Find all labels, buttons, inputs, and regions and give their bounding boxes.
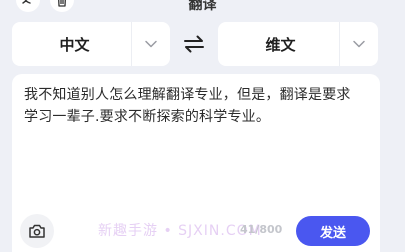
send-button[interactable]: 发送 <box>296 216 370 246</box>
swap-icon[interactable] <box>180 33 208 55</box>
character-count: 41/800 <box>240 223 283 236</box>
watermark: 新趣手游 • SJXIN.COM <box>98 223 262 239</box>
translate-screen: 翻译 中文 维文 我不知道别人怎么理解翻译专业，但是，翻译是要求学习一辈子.要求… <box>0 0 405 252</box>
chevron-down-icon[interactable] <box>132 22 170 66</box>
camera-icon[interactable] <box>20 214 54 248</box>
source-language-select[interactable]: 中文 <box>12 22 170 66</box>
input-card: 我不知道别人怎么理解翻译专业，但是，翻译是要求学习一辈子.要求不断探索的科学专业… <box>12 74 380 252</box>
target-language-select[interactable]: 维文 <box>218 22 378 66</box>
target-language-label: 维文 <box>265 35 296 54</box>
page-title: 翻译 <box>188 0 217 13</box>
chevron-down-icon[interactable] <box>340 22 378 66</box>
source-text-input[interactable]: 我不知道别人怎么理解翻译专业，但是，翻译是要求学习一辈子.要求不断探索的科学专业… <box>24 84 364 128</box>
source-language-label: 中文 <box>59 35 90 54</box>
top-bar: 翻译 <box>0 0 405 14</box>
